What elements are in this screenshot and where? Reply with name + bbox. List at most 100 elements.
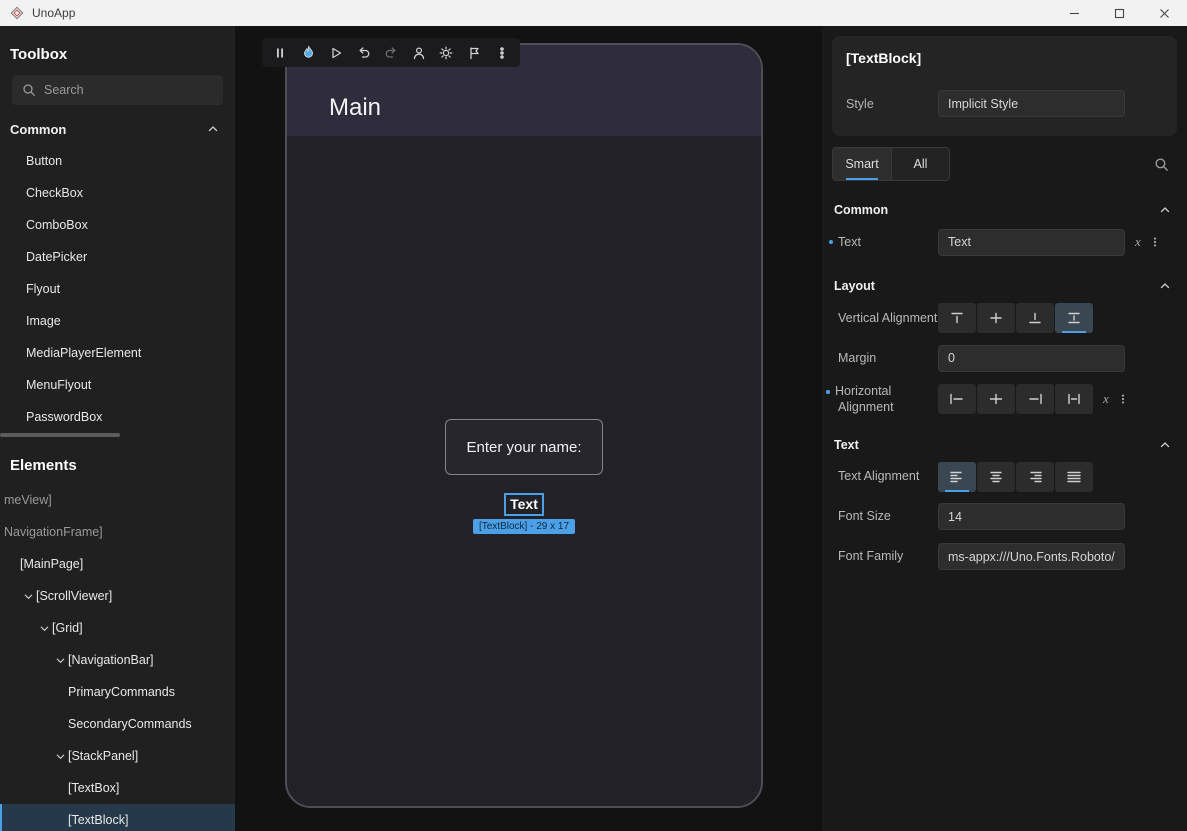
text-align-right-button[interactable] [1016, 462, 1054, 492]
text-align-left-button[interactable] [938, 462, 976, 492]
tree-item[interactable]: SecondaryCommands [0, 708, 235, 740]
text-property-input[interactable] [938, 229, 1125, 256]
horizontal-align-left-button[interactable] [938, 384, 976, 414]
toolbox-title: Toolbox [0, 26, 235, 73]
toolbox-item[interactable]: ComboBox [0, 209, 235, 241]
margin-input[interactable] [938, 345, 1125, 372]
flag-icon[interactable] [462, 41, 487, 65]
play-icon[interactable] [323, 41, 348, 65]
horizontal-align-center-button[interactable] [977, 384, 1015, 414]
toolbox-item[interactable]: MediaPlayerElement [0, 337, 235, 369]
toolbox-item-label: Image [26, 314, 61, 328]
toolbox-item-label: DatePicker [26, 250, 87, 264]
stack-panel: Enter your name: Text [TextBlock] - 29 x… [445, 419, 603, 534]
tree-item[interactable]: [TextBlock] [0, 804, 235, 831]
chevron-down-icon[interactable] [20, 591, 36, 602]
section-label: Common [10, 122, 66, 137]
property-more-icon[interactable] [1117, 393, 1129, 405]
selected-element-name: [TextBlock] [846, 50, 1163, 66]
text-align-center-button[interactable] [977, 462, 1015, 492]
text-alignment-label: Text Alignment [838, 468, 938, 484]
properties-tabs-row: Smart All [832, 147, 1169, 181]
selected-element-card: [TextBlock] Style [832, 36, 1177, 136]
selection-overlay: Text [TextBlock] - 29 x 17 [473, 493, 575, 534]
tree-item-label: [ScrollViewer] [36, 589, 112, 603]
horizontal-alignment-label: Horizontal Alignment [835, 384, 894, 414]
section-common[interactable]: Common [822, 203, 1187, 217]
chevron-down-icon[interactable] [52, 751, 68, 762]
user-inspect-icon[interactable] [406, 41, 431, 65]
tree-item[interactable]: [Grid] [0, 612, 235, 644]
binding-icon[interactable] [1103, 390, 1109, 408]
pause-icon[interactable] [268, 41, 293, 65]
text-align-justify-button[interactable] [1055, 462, 1093, 492]
toolbox-search-input[interactable] [44, 83, 213, 97]
canvas-textbox[interactable]: Enter your name: [445, 419, 603, 475]
chevron-up-icon [1159, 280, 1171, 292]
tree-item[interactable]: meView] [0, 484, 235, 516]
toolbox-list: Button CheckBox ComboBox DatePicker Flyo… [0, 145, 235, 433]
toolbox-item-label: Flyout [26, 282, 60, 296]
titlebar: UnoApp [0, 0, 1187, 26]
toolbox-item[interactable]: Button [0, 145, 235, 177]
toolbox-item[interactable]: Image [0, 305, 235, 337]
chevron-down-icon[interactable] [36, 623, 52, 634]
tab-label: Smart [845, 157, 878, 171]
tree-item[interactable]: NavigationFrame] [0, 516, 235, 548]
horizontal-align-right-button[interactable] [1016, 384, 1054, 414]
font-family-input[interactable] [938, 543, 1125, 570]
toolbox-item[interactable]: Flyout [0, 273, 235, 305]
more-icon[interactable] [489, 41, 514, 65]
vertical-align-center-button[interactable] [977, 303, 1015, 333]
tree-item-label: PrimaryCommands [68, 685, 175, 699]
maximize-button[interactable] [1097, 0, 1142, 26]
margin-row: Margin [822, 343, 1187, 373]
horizontal-align-stretch-button[interactable] [1055, 384, 1093, 414]
tree-item[interactable]: [StackPanel] [0, 740, 235, 772]
toolbox-item[interactable]: MenuFlyout [0, 369, 235, 401]
margin-label: Margin [838, 350, 938, 366]
section-layout[interactable]: Layout [822, 279, 1187, 293]
phone-content[interactable]: Enter your name: Text [TextBlock] - 29 x… [287, 136, 761, 806]
text-property-label: Text [838, 234, 861, 250]
redo-icon[interactable] [379, 41, 404, 65]
canvas-textblock-selected[interactable]: Text [504, 493, 544, 516]
close-button[interactable] [1142, 0, 1187, 26]
properties-tab[interactable]: Smart [833, 148, 891, 180]
theme-icon[interactable] [434, 41, 459, 65]
properties-tab[interactable]: All [891, 148, 949, 180]
font-size-label: Font Size [838, 508, 938, 524]
toolbox-item[interactable]: CheckBox [0, 177, 235, 209]
undo-icon[interactable] [351, 41, 376, 65]
vertical-align-stretch-button[interactable] [1055, 303, 1093, 333]
style-label: Style [846, 97, 938, 111]
binding-icon[interactable] [1135, 233, 1141, 251]
page-title: Main [329, 94, 381, 122]
toolbox-item[interactable]: PasswordBox [0, 401, 235, 433]
tree-item[interactable]: [NavigationBar] [0, 644, 235, 676]
property-more-icon[interactable] [1149, 236, 1161, 248]
modified-indicator [826, 390, 830, 394]
minimize-button[interactable] [1052, 0, 1097, 26]
tree-item[interactable]: [MainPage] [0, 548, 235, 580]
vertical-align-bottom-button[interactable] [1016, 303, 1054, 333]
tree-item-label: [TextBox] [68, 781, 119, 795]
elements-tree: meView] NavigationFrame] [MainPage] [0, 484, 235, 831]
toolbox-section-common[interactable]: Common [0, 113, 235, 145]
app-window: UnoApp Toolbox Common [0, 0, 1187, 831]
horizontal-alignment-group [938, 384, 1093, 414]
tree-item[interactable]: PrimaryCommands [0, 676, 235, 708]
tree-item[interactable]: [TextBox] [0, 772, 235, 804]
font-size-input[interactable] [938, 503, 1125, 530]
toolbox-search[interactable] [12, 75, 223, 105]
hot-reload-flame-icon[interactable] [296, 41, 321, 65]
design-canvas: Main Enter your name: Text [TextBlock] -… [235, 26, 822, 831]
section-text[interactable]: Text [822, 438, 1187, 452]
chevron-down-icon[interactable] [52, 655, 68, 666]
font-family-label: Font Family [838, 548, 938, 564]
properties-search-icon[interactable] [1154, 157, 1169, 172]
toolbox-item[interactable]: DatePicker [0, 241, 235, 273]
style-input[interactable] [938, 90, 1125, 117]
tree-item[interactable]: [ScrollViewer] [0, 580, 235, 612]
vertical-align-top-button[interactable] [938, 303, 976, 333]
